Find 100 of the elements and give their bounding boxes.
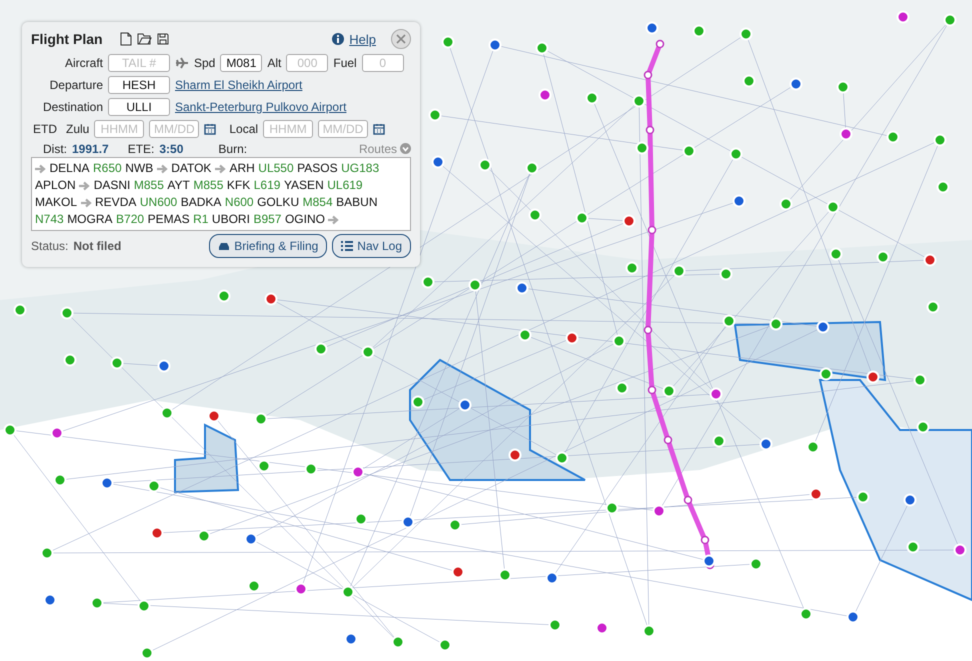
airport-marker[interactable] xyxy=(100,476,114,490)
airport-marker[interactable] xyxy=(924,254,936,266)
airport-marker[interactable] xyxy=(576,212,588,224)
airport-marker[interactable] xyxy=(54,474,66,486)
airport-marker[interactable] xyxy=(198,530,210,542)
airport-marker[interactable] xyxy=(248,580,260,592)
airport-marker[interactable] xyxy=(14,304,26,316)
airport-marker[interactable] xyxy=(140,646,154,660)
airport-marker[interactable] xyxy=(626,262,638,274)
airport-marker[interactable] xyxy=(642,624,656,638)
airport-marker[interactable] xyxy=(60,306,74,320)
airport-marker[interactable] xyxy=(342,586,354,598)
new-file-icon[interactable] xyxy=(120,32,132,46)
airport-marker[interactable] xyxy=(750,558,762,570)
airport-marker[interactable] xyxy=(914,374,926,386)
airport-marker[interactable] xyxy=(816,320,830,334)
close-button[interactable] xyxy=(391,29,411,49)
local-time-input[interactable]: HHMM xyxy=(263,120,314,138)
zulu-date-input[interactable]: MM/DD xyxy=(149,120,200,138)
save-icon[interactable] xyxy=(156,33,169,45)
airport-marker[interactable] xyxy=(712,434,726,448)
airport-marker[interactable] xyxy=(148,480,160,492)
airport-marker[interactable] xyxy=(830,248,842,260)
airport-marker[interactable] xyxy=(546,572,558,584)
fuel-input[interactable]: 0 xyxy=(362,54,404,72)
airport-marker[interactable] xyxy=(90,596,104,610)
airport-marker[interactable] xyxy=(344,632,358,646)
airport-marker[interactable] xyxy=(160,406,174,420)
airport-marker[interactable] xyxy=(926,300,940,314)
departure-airport-link[interactable]: Sharm El Sheikh Airport xyxy=(175,78,302,92)
calendar-icon[interactable] xyxy=(204,123,216,135)
airport-marker[interactable] xyxy=(896,10,910,24)
airport-marker[interactable] xyxy=(402,516,414,528)
airport-marker[interactable] xyxy=(806,440,820,454)
airport-marker[interactable] xyxy=(810,488,822,500)
airport-marker[interactable] xyxy=(692,24,706,38)
airport-marker[interactable] xyxy=(526,162,538,174)
airport-marker[interactable] xyxy=(636,142,648,154)
airport-marker[interactable] xyxy=(622,214,636,228)
airport-marker[interactable] xyxy=(452,566,464,578)
airport-marker[interactable] xyxy=(646,22,658,34)
folder-icon[interactable] xyxy=(136,33,152,45)
airport-marker[interactable] xyxy=(866,370,880,384)
airport-marker[interactable] xyxy=(264,292,278,306)
airport-marker[interactable] xyxy=(528,208,542,222)
airport-marker[interactable] xyxy=(596,622,608,634)
destination-airport-link[interactable]: Sankt-Peterburg Pulkovo Airport xyxy=(175,100,346,114)
airport-marker[interactable] xyxy=(702,554,716,568)
departure-input[interactable]: HESH xyxy=(108,76,170,94)
speed-input[interactable]: M081 xyxy=(220,54,262,72)
airport-marker[interactable] xyxy=(314,342,328,356)
airport-marker[interactable] xyxy=(40,546,54,560)
airport-marker[interactable] xyxy=(954,544,966,556)
destination-input[interactable]: ULLI xyxy=(108,98,170,116)
airport-marker[interactable] xyxy=(352,466,364,478)
airport-marker[interactable] xyxy=(780,198,792,210)
airport-marker[interactable] xyxy=(612,334,626,348)
airport-marker[interactable] xyxy=(438,638,452,652)
airport-marker[interactable] xyxy=(556,452,568,464)
airport-marker[interactable] xyxy=(478,158,492,172)
airport-marker[interactable] xyxy=(304,462,318,476)
airport-marker[interactable] xyxy=(218,290,230,302)
airport-marker[interactable] xyxy=(458,398,472,412)
airport-marker[interactable] xyxy=(740,28,752,40)
airport-marker[interactable] xyxy=(50,426,64,440)
airport-marker[interactable] xyxy=(672,264,686,278)
altitude-input[interactable]: 000 xyxy=(286,54,328,72)
airport-marker[interactable] xyxy=(826,200,840,214)
airport-marker[interactable] xyxy=(412,396,424,408)
airport-marker[interactable] xyxy=(158,360,170,372)
airport-marker[interactable] xyxy=(468,278,482,292)
airport-marker[interactable] xyxy=(4,424,16,436)
airport-marker[interactable] xyxy=(720,268,732,280)
airport-marker[interactable] xyxy=(254,412,268,426)
airport-marker[interactable] xyxy=(498,568,512,582)
airport-marker[interactable] xyxy=(846,610,860,624)
local-date-input[interactable]: MM/DD xyxy=(318,120,368,138)
airport-marker[interactable] xyxy=(432,156,444,168)
airport-marker[interactable] xyxy=(138,600,150,612)
calendar-icon[interactable] xyxy=(373,123,386,135)
airport-marker[interactable] xyxy=(362,346,374,358)
airport-marker[interactable] xyxy=(730,148,742,160)
airport-marker[interactable] xyxy=(488,38,502,52)
airport-marker[interactable] xyxy=(208,410,220,422)
airport-marker[interactable] xyxy=(606,502,618,514)
airport-marker[interactable] xyxy=(682,144,696,158)
airport-marker[interactable] xyxy=(448,518,462,532)
airport-marker[interactable] xyxy=(442,36,454,48)
airport-marker[interactable] xyxy=(538,88,552,102)
airport-marker[interactable] xyxy=(586,92,598,104)
airport-marker[interactable] xyxy=(732,194,746,208)
airport-marker[interactable] xyxy=(536,42,548,54)
airport-marker[interactable] xyxy=(876,250,890,264)
airport-marker[interactable] xyxy=(944,14,956,26)
airport-marker[interactable] xyxy=(294,582,308,596)
airport-marker[interactable] xyxy=(840,128,852,140)
airport-marker[interactable] xyxy=(44,594,56,606)
airport-marker[interactable] xyxy=(632,94,646,108)
airport-marker[interactable] xyxy=(760,438,772,450)
airport-marker[interactable] xyxy=(150,526,164,540)
